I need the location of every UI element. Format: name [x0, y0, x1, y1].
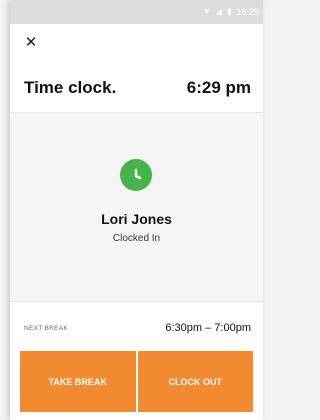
user-name: Lori Jones [101, 211, 172, 227]
next-break-range: 6:30pm – 7:00pm [165, 322, 251, 334]
page-title: Time clock. [24, 78, 117, 97]
take-break-button[interactable]: TAKE BREAK [20, 351, 136, 412]
battery-icon: ▮ [227, 7, 232, 16]
header: Time clock. 6:29 pm [24, 76, 251, 100]
status-bar: ▼ ◢ ▮ 16:29 [10, 0, 263, 24]
phone-screen: ▼ ◢ ▮ 16:29 ✕ Time clock. 6:29 pm Lori J… [10, 0, 263, 420]
clock-out-button[interactable]: CLOCK OUT [137, 351, 253, 412]
user-panel: Lori Jones Clocked In [10, 112, 263, 302]
next-break-row: NEXT BREAK 6:30pm – 7:00pm [24, 318, 251, 338]
wifi-icon: ▼ [202, 7, 211, 16]
user-status: Clocked In [112, 233, 161, 244]
signal-icon: ◢ [215, 7, 223, 16]
action-bar: TAKE BREAK CLOCK OUT [20, 351, 253, 412]
close-icon[interactable]: ✕ [24, 35, 38, 50]
current-time: 6:29 pm [186, 78, 251, 97]
status-bar-time: 16:29 [236, 7, 259, 17]
next-break-label: NEXT BREAK [24, 324, 69, 332]
clock-icon [120, 159, 152, 191]
